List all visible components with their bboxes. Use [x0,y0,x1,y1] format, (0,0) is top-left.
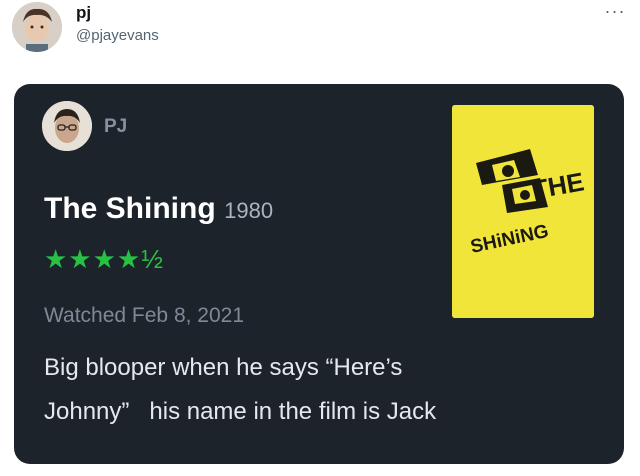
author-avatar-image [12,2,62,52]
film-year: 1980 [224,198,274,223]
film-poster-art: THE SHiNiNG [452,105,594,318]
author-avatar[interactable] [12,2,62,52]
letterboxd-review-card[interactable]: PJ The Shining 1980 ★★★★½ Watched Feb 8,… [14,84,624,464]
author-handle[interactable]: @pjayevans [76,27,159,44]
watched-date: Watched Feb 8, 2021 [44,304,245,327]
reviewer-avatar-image [42,101,92,151]
review-line: Big blooper when he says “Here’s [44,354,403,381]
author-name[interactable]: pj [76,3,91,23]
reviewer-username: PJ [104,116,128,137]
star-rating: ★★★★½ [44,244,164,274]
film-poster: THE SHiNiNG [452,105,594,318]
reviewer-avatar [42,101,92,151]
tweet-header: pj @pjayevans ··· [0,0,640,80]
review-text: Big blooper when he says “Here’s Johnny”… [44,346,584,434]
film-title-line: The Shining 1980 [44,192,273,226]
more-horizontal-icon[interactable]: ··· [600,2,630,24]
film-title: The Shining [44,192,216,225]
review-line: Johnny” his name in the film is Jack [44,398,437,425]
